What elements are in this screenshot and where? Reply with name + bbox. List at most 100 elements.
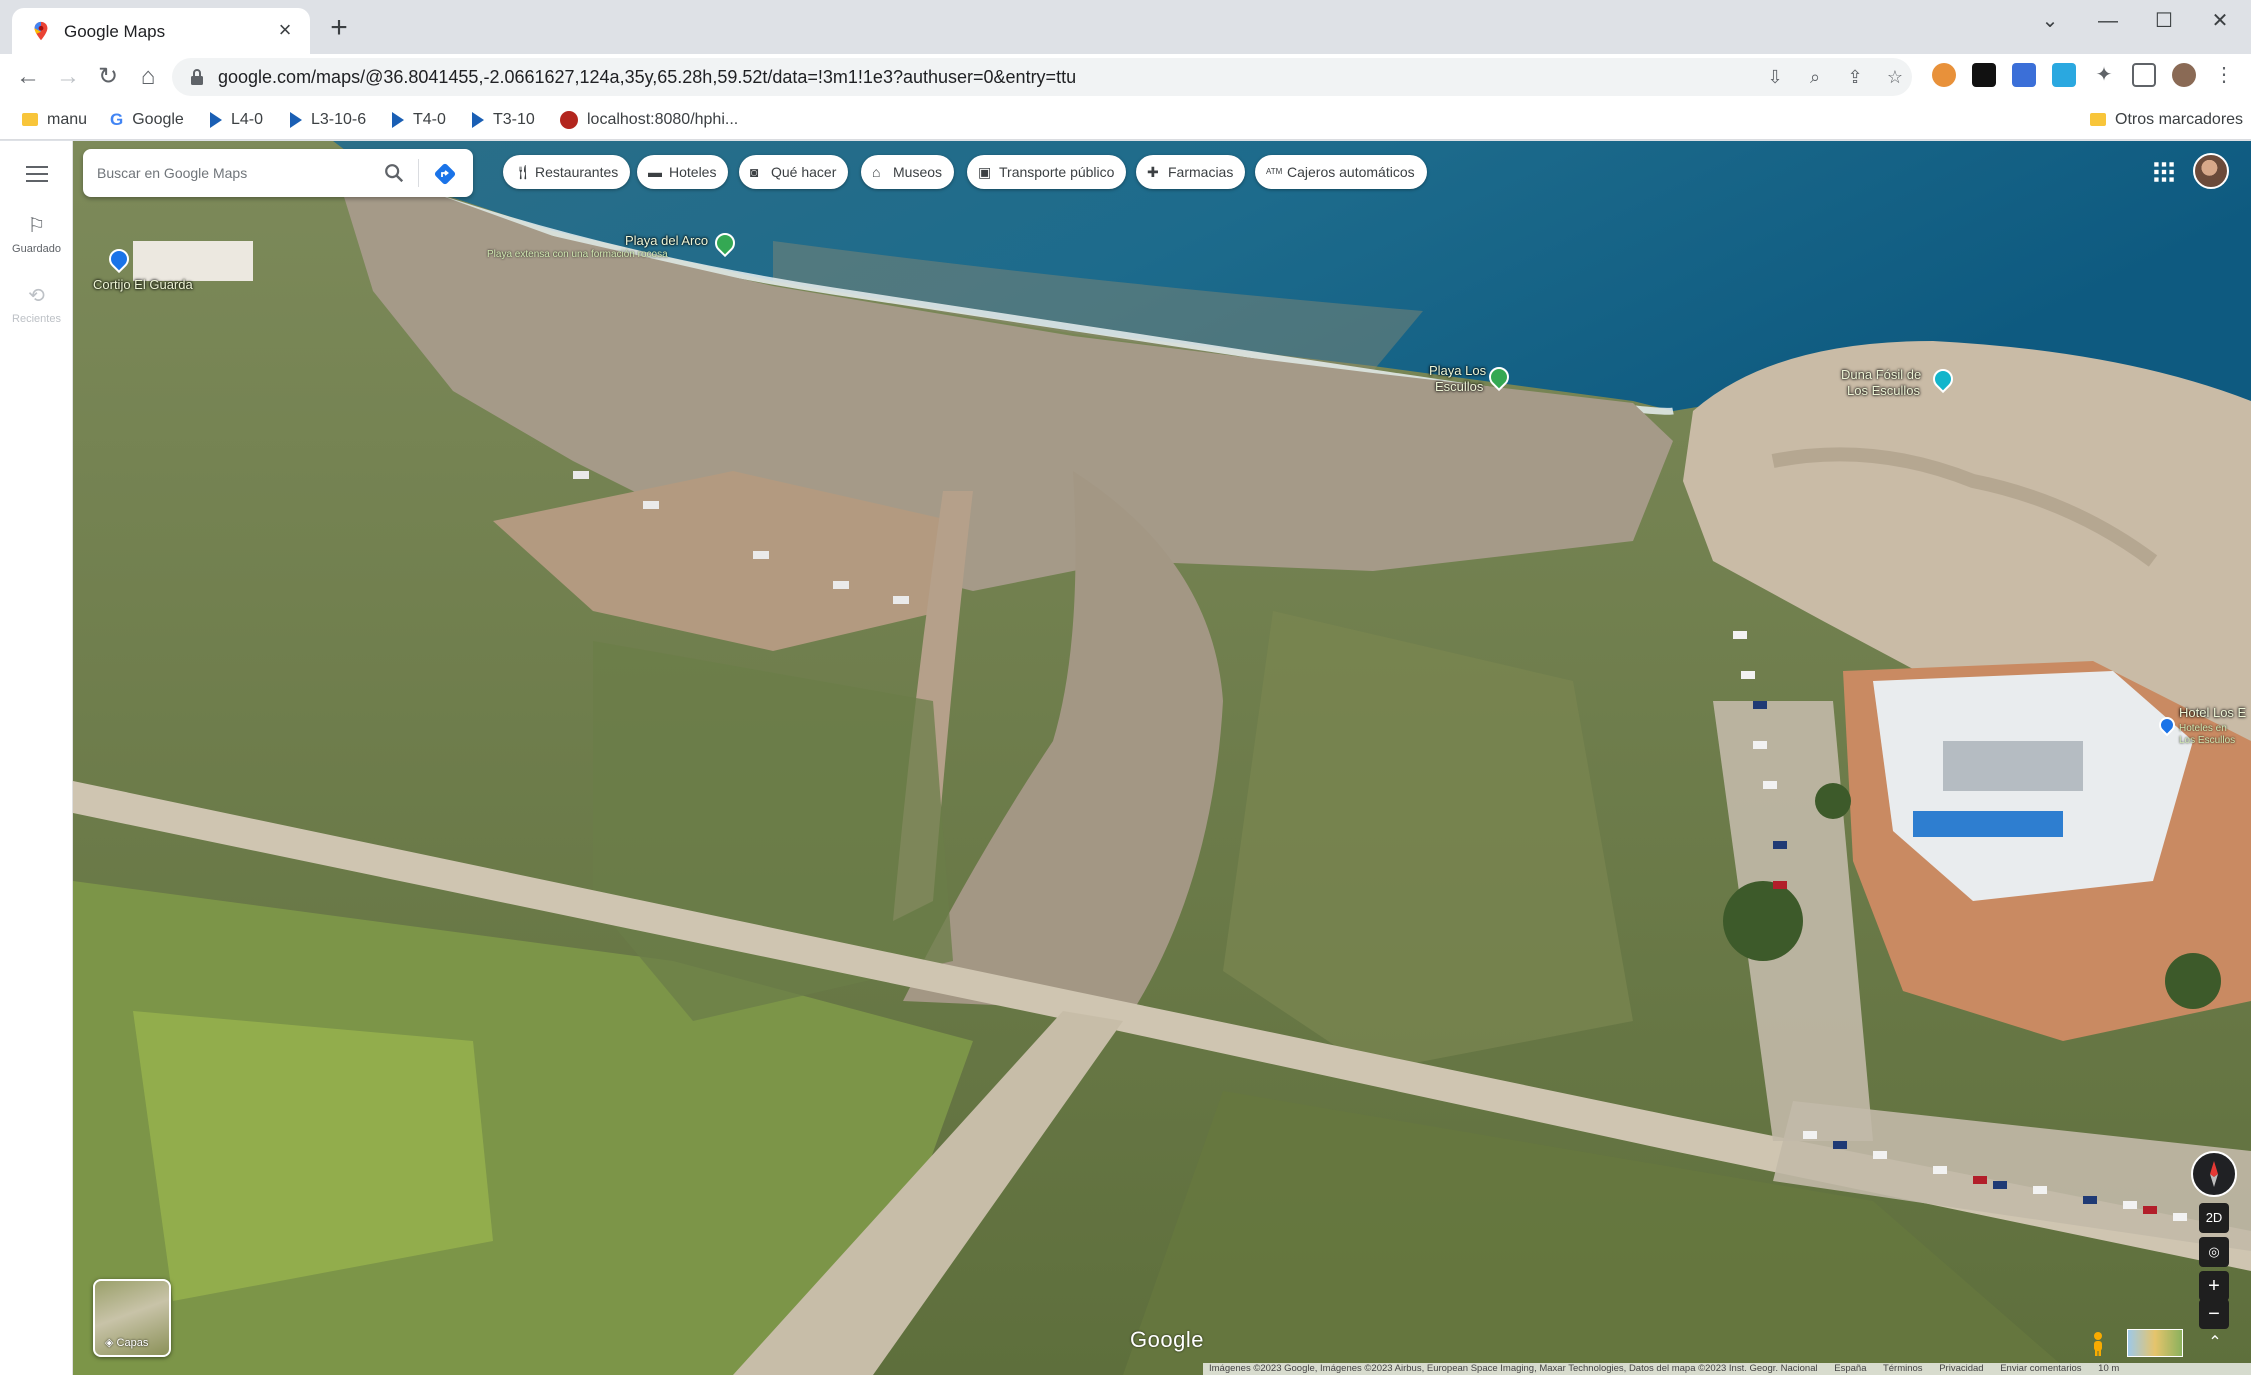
country-link[interactable]: España	[1834, 1363, 1866, 1374]
feedback-link[interactable]: Enviar comentarios	[2000, 1363, 2081, 1374]
browser-tab[interactable]: Google Maps ×	[12, 8, 310, 54]
address-bar[interactable]: google.com/maps/@36.8041455,-2.0661627,1…	[172, 58, 1912, 96]
fork-knife-icon: 🍴︎	[514, 164, 532, 180]
sidebar-item-saved[interactable]: ⚐ Guardado	[0, 213, 73, 255]
reload-icon[interactable]: ↻	[92, 61, 124, 93]
pegman-street-view-icon[interactable]	[2089, 1331, 2107, 1357]
chip-farmacias[interactable]: ✚ Farmacias	[1136, 155, 1246, 189]
zoom-icon[interactable]: ⌕	[1804, 66, 1826, 88]
chip-que-hacer[interactable]: ◙ Qué hacer	[739, 155, 849, 189]
bookmarks-bar: manu G Google L4-0 L3-10-6 T4-0 T3-10 loc…	[0, 100, 2251, 140]
new-tab-button[interactable]: +	[324, 13, 354, 44]
search-icon[interactable]	[383, 162, 405, 184]
place-label-hotel-1[interactable]: Hotel Los E	[2179, 705, 2246, 720]
back-arrow-icon[interactable]: ←	[12, 61, 44, 93]
search-input[interactable]	[97, 159, 367, 187]
play-icon	[392, 111, 404, 128]
forward-arrow-icon[interactable]: →	[52, 61, 84, 93]
chip-hoteles[interactable]: ▬ Hoteles	[637, 155, 729, 189]
compass-icon[interactable]	[2191, 1151, 2237, 1197]
extensions-puzzle-icon[interactable]: ✦	[2092, 63, 2116, 87]
bookmark-l4-0[interactable]: L4-0	[210, 109, 263, 131]
sidebar-item-recent[interactable]: ⟲ Recientes	[0, 283, 73, 325]
chip-restaurantes[interactable]: 🍴︎ Restaurantes	[503, 155, 631, 189]
google-logo: Google	[1130, 1327, 1204, 1352]
bookmark-localhost[interactable]: localhost:8080/hphi...	[560, 109, 738, 131]
folder-icon	[22, 113, 38, 127]
imagery-credits: Imágenes ©2023 Google, Imágenes ©2023 Ai…	[1209, 1363, 1818, 1374]
site-icon	[560, 110, 578, 129]
search-divider	[418, 159, 419, 187]
place-label-playa-escullos-1[interactable]: Playa Los	[1429, 363, 1486, 378]
play-icon	[472, 111, 484, 128]
more-menu-icon[interactable]: ⋮	[2212, 63, 2236, 87]
compass-needle-icon	[2210, 1161, 2218, 1187]
toggle-2d-button[interactable]: 2D	[2199, 1203, 2229, 1233]
my-location-icon[interactable]: ◎	[2199, 1237, 2229, 1267]
place-label-duna-1[interactable]: Duna Fósil de	[1841, 367, 1921, 382]
save-extension-icon[interactable]	[2012, 63, 2036, 87]
browser-toolbar: ← → ↻ ⌂ google.com/maps/@36.8041455,-2.0…	[0, 54, 2251, 100]
place-sub-hotel-3: Los Escullos	[2179, 735, 2236, 746]
google-apps-grid-icon[interactable]	[2151, 159, 2177, 185]
maps-app: ⚐ Guardado ⟲ Recientes Buscar en Google …	[0, 141, 2251, 1375]
install-app-icon[interactable]: ⇩	[1764, 66, 1786, 88]
scale-label[interactable]: 10 m	[2098, 1363, 2119, 1374]
imagery-thumbnails[interactable]	[2127, 1329, 2183, 1357]
bookmark-other[interactable]: Otros marcadores	[2090, 109, 2243, 131]
bookmark-manu[interactable]: manu	[22, 109, 87, 131]
chip-cajeros-automaticos[interactable]: ATM Cajeros automáticos	[1255, 155, 1427, 189]
maps-sidebar: ⚐ Guardado ⟲ Recientes	[0, 141, 73, 1375]
account-avatar[interactable]	[2193, 153, 2229, 189]
play-icon	[290, 111, 302, 128]
chip-museos[interactable]: ⌂ Museos	[861, 155, 955, 189]
bookmark-t4-0[interactable]: T4-0	[392, 109, 446, 131]
cookie-extension-icon[interactable]	[1932, 63, 1956, 87]
menu-hamburger-icon[interactable]	[22, 163, 52, 185]
google-maps-favicon-icon	[34, 21, 48, 41]
layers-button[interactable]: ◈ Capas	[93, 1279, 171, 1357]
bookmark-star-icon[interactable]: ☆	[1884, 66, 1906, 88]
satellite-terrain[interactable]	[73, 141, 2251, 1375]
layers-label: ◈ Capas	[105, 1337, 149, 1349]
museum-icon: ⌂	[872, 164, 881, 180]
place-label-playa-escullos-2[interactable]: Escullos	[1435, 379, 1483, 394]
maximize-window-button[interactable]: ☐	[2144, 6, 2184, 36]
attribution-bar: Imágenes ©2023 Google, Imágenes ©2023 Ai…	[1203, 1363, 2251, 1375]
history-icon: ⟲	[28, 285, 45, 307]
place-label-cortijo[interactable]: Cortijo El Guarda	[93, 277, 193, 292]
place-label-playa-arco[interactable]: Playa del Arco	[625, 233, 708, 248]
privacy-link[interactable]: Privacidad	[1939, 1363, 1983, 1374]
terms-link[interactable]: Términos	[1883, 1363, 1923, 1374]
close-window-button[interactable]: ✕	[2200, 6, 2240, 36]
place-label-duna-2[interactable]: Los Escullos	[1847, 383, 1920, 398]
url-text[interactable]: google.com/maps/@36.8041455,-2.0661627,1…	[218, 67, 1076, 88]
share-icon[interactable]: ⇪	[1844, 66, 1866, 88]
pharmacy-icon: ✚	[1147, 164, 1159, 180]
tab-close-icon[interactable]: ×	[272, 17, 298, 43]
chip-transporte-publico[interactable]: ▣ Transporte público	[967, 155, 1127, 189]
bookmark-l3-10-6[interactable]: L3-10-6	[290, 109, 366, 131]
minimize-window-button[interactable]: —	[2088, 6, 2128, 36]
bed-icon: ▬	[648, 164, 662, 180]
atm-icon: ATM	[1266, 167, 1283, 176]
tab-search-chevron-icon[interactable]: ⌄	[2030, 6, 2070, 36]
zoom-out-button[interactable]: −	[2199, 1299, 2229, 1329]
map-canvas[interactable]: 🍴︎Restaurantes ▬Hoteles ◙Qué hacer ⌂Muse…	[73, 141, 2251, 1375]
bookmark-google[interactable]: G Google	[110, 109, 184, 131]
camera-icon: ◙	[750, 164, 759, 180]
side-panel-icon[interactable]	[2132, 63, 2156, 87]
bookmark-icon: ⚐	[27, 215, 46, 237]
bookmark-t3-10[interactable]: T3-10	[472, 109, 535, 131]
dark-mode-extension-icon[interactable]	[1972, 63, 1996, 87]
profile-avatar[interactable]	[2172, 63, 2196, 87]
window-extension-icon[interactable]	[2052, 63, 2076, 87]
zoom-in-button[interactable]: +	[2199, 1271, 2229, 1301]
tab-title: Google Maps	[64, 22, 166, 41]
search-box	[83, 149, 473, 197]
home-icon[interactable]: ⌂	[132, 61, 164, 93]
place-sub-hotel-2: Hoteles en	[2179, 723, 2227, 734]
directions-icon[interactable]	[433, 162, 457, 186]
lock-icon[interactable]	[190, 68, 204, 86]
expand-chevron-icon[interactable]: ⌃	[2203, 1331, 2227, 1355]
